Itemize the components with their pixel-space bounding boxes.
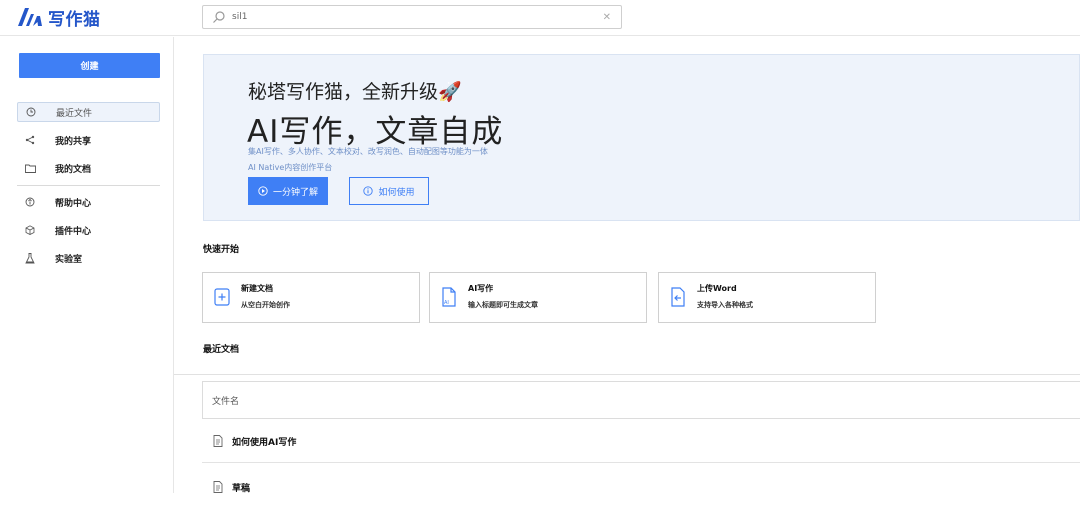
new-document-card[interactable]: 新建文档 从空白开始创作: [202, 272, 420, 323]
sidebar-divider: [17, 185, 160, 186]
banner-subtitle: 秘塔写作猫，全新升级🚀: [248, 81, 462, 103]
recent-docs-title: 最近文档: [203, 345, 240, 355]
cube-icon: [25, 225, 45, 235]
info-icon: [363, 186, 374, 196]
sidebar-item-recent[interactable]: 最近文件: [17, 102, 160, 122]
banner-tagline: AI Native内容创作平台: [248, 163, 333, 172]
play-icon: [258, 186, 268, 196]
svg-text:AI: AI: [444, 300, 449, 306]
sidebar-item-shared[interactable]: 我的共享: [17, 130, 160, 150]
quick-start-title: 快速开始: [203, 245, 240, 255]
sidebar-item-documents[interactable]: 我的文档: [17, 158, 160, 178]
share-icon: [25, 135, 45, 145]
banner-title: AI写作，文章自成: [247, 114, 504, 150]
file-name: 草稿: [232, 483, 251, 494]
create-button[interactable]: 创建: [19, 53, 160, 78]
sidebar-item-label: 我的文档: [55, 164, 92, 175]
table-row[interactable]: 如何使用AI写作: [202, 420, 1080, 462]
sidebar-item-label: 我的共享: [55, 136, 92, 147]
upload-doc-icon: [671, 287, 685, 307]
how-to-use-label: 如何使用: [378, 187, 415, 198]
section-divider: [174, 374, 1080, 375]
column-header-label: 文件名: [212, 396, 240, 407]
ai-writing-card[interactable]: AI AI写作 输入标题即可生成文章: [429, 272, 647, 323]
sidebar-item-label: 插件中心: [55, 226, 92, 237]
help-icon: [25, 197, 45, 207]
logo-mark-icon: [18, 8, 42, 26]
sidebar: 创建 最近文件 我的共享 我的文档 帮助中心 插件中心 实验室: [0, 37, 174, 493]
sidebar-item-help[interactable]: 帮助中心: [17, 192, 160, 212]
table-row[interactable]: 草稿: [202, 466, 1080, 508]
search-icon: [213, 11, 225, 23]
card-description: 支持导入各种格式: [697, 301, 753, 309]
file-icon: [213, 435, 223, 447]
card-title: AI写作: [468, 284, 494, 293]
flask-icon: [25, 252, 45, 264]
upload-word-card[interactable]: 上传Word 支持导入各种格式: [658, 272, 876, 323]
sidebar-item-lab[interactable]: 实验室: [17, 248, 160, 268]
card-title: 新建文档: [241, 284, 273, 293]
promo-banner: 秘塔写作猫，全新升级🚀 AI写作，文章自成 集AI写作、多人协作、文本校对、改写…: [203, 54, 1080, 221]
file-name-column-header[interactable]: 文件名: [202, 381, 1080, 419]
search-input[interactable]: sil1: [232, 12, 603, 22]
logo[interactable]: 写作猫: [18, 6, 101, 30]
sidebar-item-label: 实验室: [55, 254, 83, 265]
card-description: 输入标题即可生成文章: [468, 301, 538, 309]
sidebar-item-label: 最近文件: [56, 108, 93, 119]
intro-video-label: 一分钟了解: [272, 187, 318, 198]
top-bar: 写作猫 sil1 ✕: [0, 0, 1080, 36]
sidebar-item-plugins[interactable]: 插件中心: [17, 220, 160, 240]
row-divider: [202, 462, 1080, 463]
card-title: 上传Word: [697, 284, 737, 293]
logo-text: 写作猫: [48, 9, 101, 30]
plus-doc-icon: [214, 288, 230, 306]
close-icon[interactable]: ✕: [603, 12, 611, 23]
file-icon: [213, 481, 223, 493]
banner-description: 集AI写作、多人协作、文本校对、改写润色、自动配图等功能为一体: [248, 147, 488, 156]
how-to-use-button[interactable]: 如何使用: [349, 177, 429, 205]
ai-doc-icon: AI: [442, 287, 456, 307]
card-description: 从空白开始创作: [241, 301, 290, 309]
folder-icon: [25, 164, 45, 173]
sidebar-item-label: 帮助中心: [55, 198, 92, 209]
file-name: 如何使用AI写作: [232, 437, 297, 448]
search-box[interactable]: sil1 ✕: [202, 5, 622, 29]
clock-icon: [26, 107, 46, 117]
intro-video-button[interactable]: 一分钟了解: [248, 177, 328, 205]
